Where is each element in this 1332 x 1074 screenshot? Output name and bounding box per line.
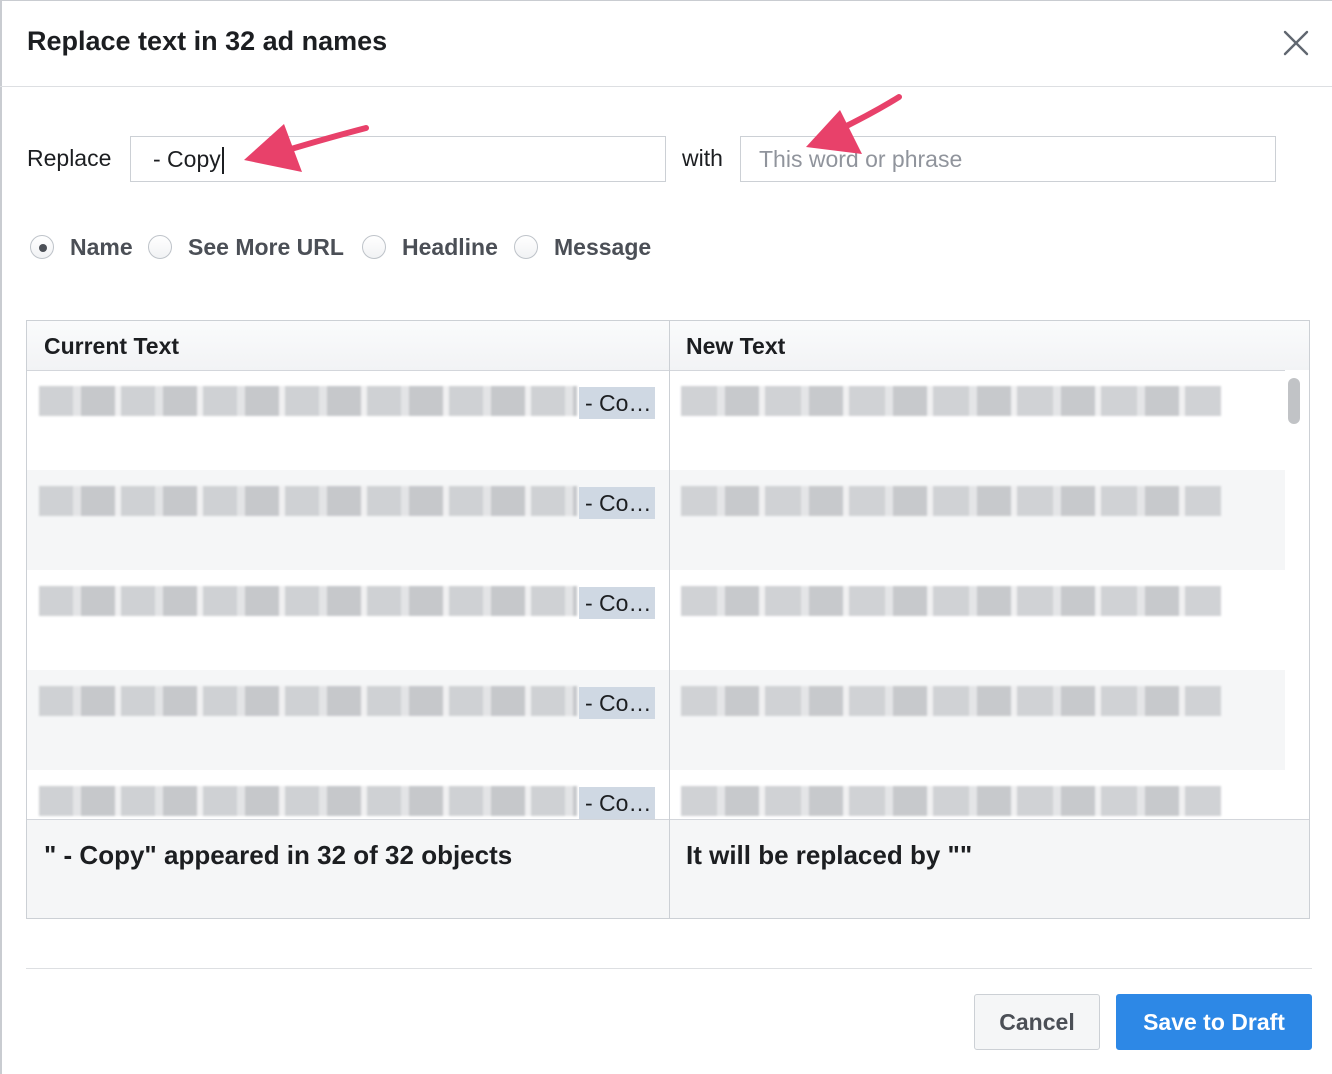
summary-replacement: It will be replaced by "" xyxy=(686,840,973,870)
footer-divider xyxy=(26,968,1312,969)
redacted-current-text xyxy=(39,386,577,416)
dialog-title: Replace text in 32 ad names xyxy=(27,26,388,56)
replace-text-dialog: Replace text in 32 ad names Replace - Co… xyxy=(0,0,1332,1074)
replace-input[interactable]: - Copy xyxy=(130,136,666,182)
matched-text-highlight: - Co… xyxy=(579,487,655,519)
dialog-header: Replace text in 32 ad names xyxy=(0,0,1332,87)
column-header-new: New Text xyxy=(686,333,786,359)
radio-circle xyxy=(148,235,172,259)
with-label: with xyxy=(682,145,723,171)
table-header: Current Text New Text xyxy=(27,321,1309,371)
matched-text-highlight: - Co… xyxy=(579,387,655,419)
radio-label: Name xyxy=(70,234,133,260)
matched-text-highlight: - Co… xyxy=(579,587,655,619)
replace-label: Replace xyxy=(27,145,112,171)
radio-circle xyxy=(514,235,538,259)
redacted-current-text xyxy=(39,686,577,716)
radio-circle-checked xyxy=(30,235,54,259)
close-icon[interactable] xyxy=(1278,26,1314,62)
redacted-new-text xyxy=(681,786,1221,816)
scrollbar-thumb[interactable] xyxy=(1288,378,1300,424)
table-row: - Co… xyxy=(27,570,1285,670)
table-row: - Co… xyxy=(27,470,1285,570)
summary-matches: " - Copy" appeared in 32 of 32 objects xyxy=(44,840,513,870)
table-row: - Co… xyxy=(27,770,1285,819)
redacted-current-text xyxy=(39,586,577,616)
with-input-placeholder: This word or phrase xyxy=(759,146,963,172)
cancel-button[interactable]: Cancel xyxy=(974,994,1100,1050)
table-body[interactable]: - Co… - Co… - Co… - Co… - Co… xyxy=(27,370,1309,819)
table-scrollbar[interactable] xyxy=(1285,370,1309,819)
redacted-current-text xyxy=(39,486,577,516)
matched-text-highlight: - Co… xyxy=(579,787,655,819)
table-row: - Co… xyxy=(27,670,1285,770)
radio-label: Message xyxy=(554,234,652,260)
column-divider xyxy=(669,321,670,918)
redacted-new-text xyxy=(681,386,1221,416)
redacted-new-text xyxy=(681,586,1221,616)
radio-label: See More URL xyxy=(188,234,344,260)
radio-label: Headline xyxy=(402,234,498,260)
radio-circle xyxy=(362,235,386,259)
redacted-new-text xyxy=(681,686,1221,716)
text-caret xyxy=(221,147,224,175)
save-to-draft-button[interactable]: Save to Draft xyxy=(1116,994,1312,1050)
redacted-current-text xyxy=(39,786,577,816)
matched-text-highlight: - Co… xyxy=(579,687,655,719)
table-summary: " - Copy" appeared in 32 of 32 objects I… xyxy=(27,819,1309,918)
replace-input-value: - Copy xyxy=(153,146,221,172)
column-header-current: Current Text xyxy=(44,333,180,359)
table-row: - Co… xyxy=(27,370,1285,470)
dialog-left-edge xyxy=(0,0,2,1074)
preview-table: Current Text New Text - Co… - Co… - Co… xyxy=(26,320,1310,919)
with-input[interactable]: This word or phrase xyxy=(740,136,1276,182)
redacted-new-text xyxy=(681,486,1221,516)
